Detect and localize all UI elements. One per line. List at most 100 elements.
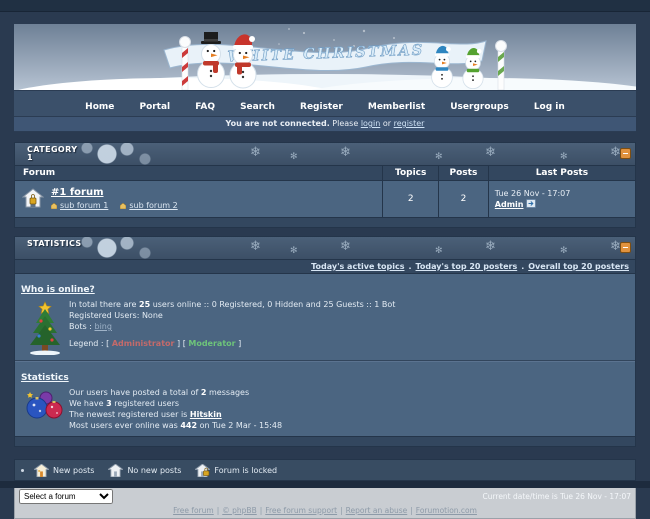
login-link[interactable]: login — [361, 119, 381, 128]
statistics-row: Statistics — [15, 362, 635, 385]
nav-register[interactable]: Register — [300, 102, 343, 112]
forum-wrapper: WHITE CHRISTMAS — [14, 24, 636, 519]
post-legend-bar: New posts No new posts Forum is locked — [14, 459, 636, 481]
statistics-link[interactable]: Statistics — [21, 373, 69, 383]
legend-item-no-new-posts: No new posts — [108, 464, 181, 477]
nav-faq[interactable]: FAQ — [195, 102, 215, 112]
footer-separator: | — [217, 506, 220, 515]
last-post-date: Tue 26 Nov - 17:07 — [495, 188, 629, 199]
header-banner: WHITE CHRISTMAS — [14, 24, 636, 90]
page-footer: Select a forum Current date/time is Tue … — [14, 486, 636, 519]
current-datetime: Current date/time is Tue 26 Nov - 17:07 — [482, 492, 631, 501]
forum-row: #1 forum sub forum 1sub forum 2 2 2 Tue … — [15, 181, 636, 218]
footer-link-report-abuse[interactable]: Report an abuse — [346, 506, 408, 515]
moderator-legend: Moderator — [188, 339, 235, 348]
statistics-toolbar: Today's active topics.Today's top 20 pos… — [14, 259, 636, 274]
nav-portal[interactable]: Portal — [139, 102, 170, 112]
forum-locked-house-icon — [22, 188, 44, 211]
nav-memberlist[interactable]: Memberlist — [368, 102, 425, 112]
bracket: [ — [183, 339, 186, 348]
members-count: 3 — [106, 399, 112, 408]
footer-link-forumotion[interactable]: Forumotion.com — [416, 506, 477, 515]
column-posts: Posts — [439, 166, 489, 181]
nav-home[interactable]: Home — [85, 102, 114, 112]
bracket: ] — [238, 339, 241, 348]
subforum-link-2[interactable]: sub forum 2 — [129, 201, 177, 210]
forum-table-header-row: Forum Topics Posts Last Posts — [15, 166, 636, 181]
footer-link-support[interactable]: Free forum support — [265, 506, 337, 515]
category-title: Category 1 — [27, 146, 85, 162]
footer-link-phpbb[interactable]: © phpBB — [222, 506, 256, 515]
administrator-legend: Administrator — [112, 339, 175, 348]
house-locked-icon — [195, 464, 210, 477]
footer-separator: | — [260, 506, 263, 515]
minus-icon — [623, 247, 628, 248]
nav-search[interactable]: Search — [240, 102, 275, 112]
christmas-header-illustration: WHITE CHRISTMAS — [14, 24, 636, 90]
subforum-bullet-icon — [51, 203, 57, 209]
total-users-suffix: users online :: 0 Registered, 0 Hidden a… — [153, 300, 396, 309]
topics-count: 2 — [383, 181, 439, 218]
statistics-title: Statistics — [27, 240, 85, 248]
who-is-online-link[interactable]: Who is online? — [21, 285, 95, 295]
top-posters-overall-link[interactable]: Overall top 20 posters — [528, 262, 629, 271]
snowflake-icon: ❄ — [340, 145, 351, 161]
snowflake-icon: ❄ — [340, 239, 351, 255]
record-count: 442 — [180, 421, 197, 430]
top-posters-today-link[interactable]: Today's top 20 posters — [416, 262, 518, 271]
collapse-statistics-button[interactable] — [620, 242, 631, 253]
page-top-strip — [0, 0, 650, 12]
minus-icon — [623, 153, 628, 154]
posted-count: 2 — [201, 388, 207, 397]
connect-status-text: You are not connected. — [226, 119, 330, 128]
registered-users-line: Registered Users: None — [69, 310, 395, 321]
nav-login[interactable]: Log in — [534, 102, 565, 112]
legend-new-posts-label: New posts — [53, 466, 94, 475]
legend-no-new-posts-label: No new posts — [127, 466, 181, 475]
statistics-body: Who is online? — [14, 274, 636, 437]
statistics-text: Our users have posted a total of 2 messa… — [69, 387, 282, 431]
members-suffix: registered users — [114, 399, 179, 408]
who-is-online-text: In total there are 25 users online :: 0 … — [69, 299, 395, 355]
snowflake-icon: ❄ — [485, 145, 496, 161]
bracket: ] — [177, 339, 180, 348]
newest-user-prefix: The newest registered user is — [69, 410, 187, 419]
record-prefix: Most users ever online was — [69, 421, 178, 430]
subforum-link-1[interactable]: sub forum 1 — [60, 201, 108, 210]
snowflake-icon: ✻ — [560, 243, 568, 259]
bots-label: Bots : — [69, 322, 92, 331]
baubles-icon — [21, 387, 69, 431]
snowflake-icon: ❄ — [250, 239, 261, 255]
active-topics-link[interactable]: Today's active topics — [311, 262, 404, 271]
connect-status-bar: You are not connected. Please login or r… — [14, 117, 636, 132]
last-post-arrow-icon[interactable] — [526, 199, 536, 208]
total-users-count: 25 — [139, 300, 150, 309]
posted-suffix: messages — [209, 388, 249, 397]
page-bottom-strip — [0, 481, 650, 488]
category-header-band: Category 1 ❄ ✻ ❄ ✻ ❄ ✻ ❄ — [14, 142, 636, 165]
forum-page: { "header": { "banner_text": "WHITE CHRI… — [0, 0, 650, 488]
snowflake-icon: ✻ — [560, 149, 568, 165]
house-no-new-posts-icon — [108, 464, 123, 477]
subforum-bullet-icon — [120, 203, 126, 209]
last-post-author-link[interactable]: Admin — [495, 200, 524, 209]
footer-link-free-forum[interactable]: Free forum — [173, 506, 214, 515]
forum-link[interactable]: #1 forum — [51, 187, 104, 198]
who-is-online-content: In total there are 25 users online :: 0 … — [15, 297, 635, 360]
legend-item-new-posts: New posts — [34, 464, 94, 477]
connect-please-text: Please — [332, 119, 358, 128]
statistics-footer-band — [14, 437, 636, 447]
forum-jump-select[interactable]: Select a forum — [19, 489, 113, 504]
total-users-prefix: In total there are — [69, 300, 136, 309]
category-footer-band — [14, 218, 636, 228]
collapse-category-button[interactable] — [620, 148, 631, 159]
bullet-icon — [21, 469, 24, 472]
statistics-header-band: Statistics ❄ ✻ ❄ ✻ ❄ ✻ ❄ — [14, 236, 636, 259]
nav-usergroups[interactable]: Usergroups — [450, 102, 508, 112]
record-suffix: on Tue 2 Mar - 15:48 — [200, 421, 282, 430]
bot-link[interactable]: bing — [94, 322, 111, 331]
newest-user-link[interactable]: Hitskin — [190, 410, 222, 419]
register-link[interactable]: register — [394, 119, 425, 128]
toolbar-separator: . — [521, 262, 524, 271]
column-topics: Topics — [383, 166, 439, 181]
